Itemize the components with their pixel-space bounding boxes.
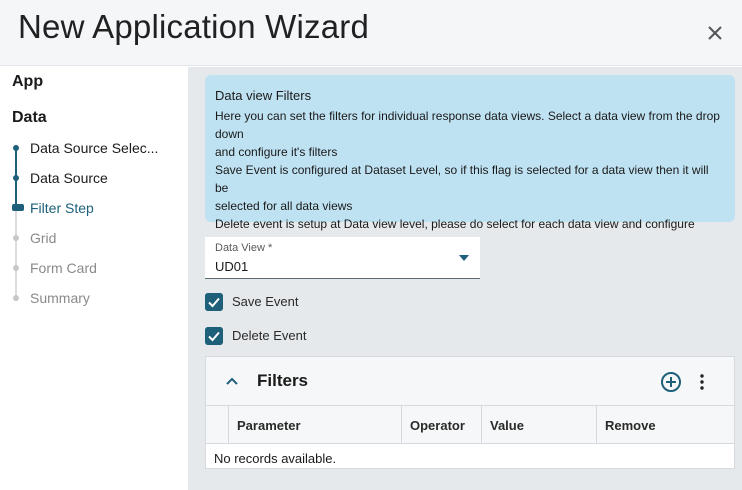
step-pending-dot [13, 295, 19, 301]
caret-down-icon[interactable] [459, 255, 469, 261]
save-event-label: Save Event [232, 294, 299, 309]
column-header-remove[interactable]: Remove [596, 406, 734, 444]
main-panel: Data view Filters Here you can set the f… [188, 67, 742, 490]
info-line: Here you can set the filters for individ… [215, 109, 720, 141]
filters-title: Filters [257, 371, 309, 390]
column-header-operator[interactable]: Operator [401, 406, 481, 444]
no-records-message: No records available. [214, 451, 337, 466]
step-done-dot [13, 145, 19, 151]
step-summary[interactable]: Summary [0, 284, 188, 314]
section-app[interactable]: App [12, 73, 43, 91]
delete-event-checkbox[interactable]: Delete Event [205, 327, 405, 347]
checkbox-checked-icon[interactable] [205, 293, 223, 311]
chevron-up-icon[interactable] [224, 373, 240, 389]
info-line: Save Event is configured at Dataset Leve… [215, 163, 709, 195]
add-circle-icon[interactable] [660, 371, 682, 393]
checkbox-checked-icon[interactable] [205, 327, 223, 345]
data-view-value: UD01 [215, 259, 249, 274]
info-banner: Data view Filters Here you can set the f… [205, 75, 735, 267]
step-grid[interactable]: Grid [0, 224, 188, 254]
step-label: Data Source Selec... [30, 140, 159, 156]
wizard-title: New Application Wizard [18, 8, 370, 45]
step-done-dot [13, 175, 19, 181]
column-header-select [206, 406, 228, 444]
info-title: Data view Filters [215, 88, 312, 103]
close-icon[interactable] [704, 22, 726, 44]
data-view-label: Data View * [215, 242, 273, 254]
info-line: selected for all data views [215, 199, 353, 213]
filters-panel-header: Filters [206, 357, 734, 405]
step-active-marker [12, 204, 24, 211]
step-label: Data Source [30, 170, 108, 186]
delete-event-label: Delete Event [232, 328, 307, 343]
wizard-header: New Application Wizard [0, 0, 742, 66]
info-line: and configure it's filters [215, 145, 338, 159]
filters-panel: Filters Parameter Operator Value Remove … [205, 356, 735, 469]
step-label: Form Card [30, 260, 97, 276]
column-header-value[interactable]: Value [481, 406, 596, 444]
step-data-source[interactable]: Data Source [0, 164, 188, 194]
save-event-checkbox[interactable]: Save Event [205, 293, 405, 313]
step-label: Summary [30, 290, 90, 306]
step-pending-dot [13, 235, 19, 241]
data-view-dropdown[interactable]: Data View * UD01 [205, 237, 480, 279]
step-data-source-selection[interactable]: Data Source Selec... [0, 134, 188, 164]
section-data[interactable]: Data [12, 109, 47, 127]
filters-table-header: Parameter Operator Value Remove [206, 406, 734, 444]
step-label: Grid [30, 230, 57, 246]
step-pending-dot [13, 265, 19, 271]
step-form-card[interactable]: Form Card [0, 254, 188, 284]
step-filter-step[interactable]: Filter Step [0, 194, 188, 224]
filters-table: Parameter Operator Value Remove No recor… [206, 405, 734, 468]
more-vertical-icon[interactable] [696, 373, 708, 391]
column-header-parameter[interactable]: Parameter [228, 406, 401, 444]
step-label: Filter Step [30, 200, 94, 216]
wizard-sidebar: App Data Data Source Selec... Data Sourc… [0, 67, 188, 490]
